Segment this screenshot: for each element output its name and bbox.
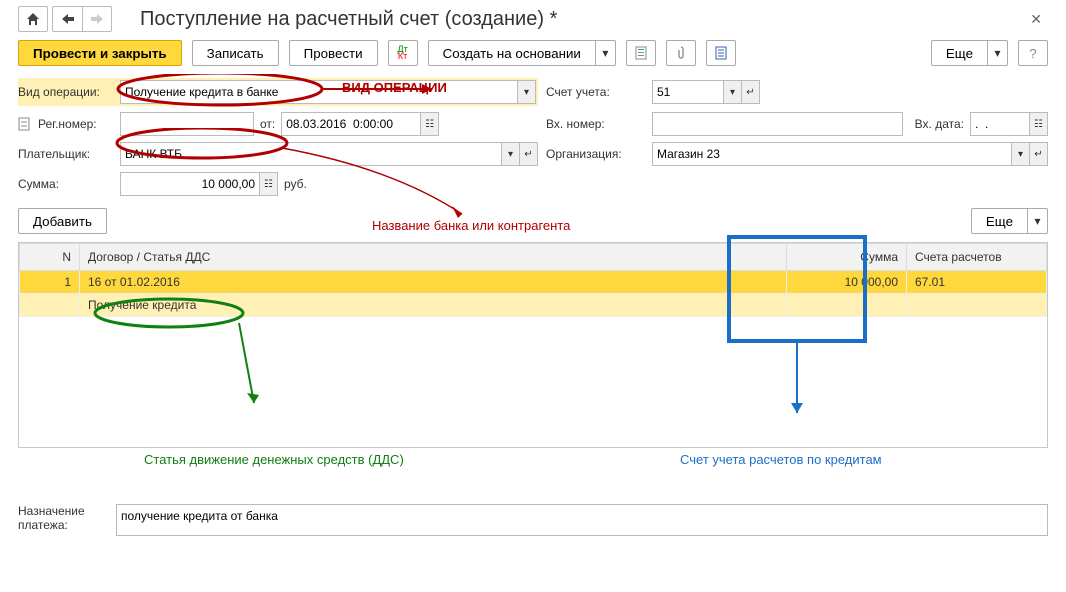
close-icon[interactable]: ✕ — [1024, 11, 1048, 28]
operation-type-input[interactable] — [120, 80, 518, 104]
dropdown-icon[interactable]: ▾ — [502, 142, 520, 166]
reg-number-label: Рег.номер: — [38, 117, 114, 131]
more-button[interactable]: Еще ▾ — [931, 40, 1008, 66]
dropdown-icon[interactable]: ▾ — [724, 80, 742, 104]
annotation-dds: Статья движение денежных средств (ДДС) — [144, 452, 404, 467]
document-icon — [18, 117, 32, 131]
account-label: Счет учета: — [546, 85, 646, 99]
calculator-icon[interactable]: ☷ — [260, 172, 278, 196]
home-button[interactable] — [18, 6, 48, 32]
open-icon[interactable]: ↵ — [742, 80, 760, 104]
col-accounts-header[interactable]: Счета расчетов — [907, 244, 1047, 271]
reg-number-input[interactable] — [120, 112, 254, 136]
payer-input[interactable] — [120, 142, 502, 166]
from-label: от: — [260, 117, 275, 131]
annotation-bank-name: Название банка или контрагента — [372, 218, 570, 233]
caret-down-icon[interactable]: ▾ — [988, 40, 1008, 66]
caret-down-icon[interactable]: ▾ — [596, 40, 616, 66]
open-icon[interactable]: ↵ — [1030, 142, 1048, 166]
annotation-operation-type: ВИД ОПЕРАЦИИ — [342, 80, 447, 95]
col-n-header[interactable]: N — [20, 244, 80, 271]
org-label: Организация: — [546, 147, 646, 161]
inc-number-input[interactable] — [652, 112, 903, 136]
table-more-button[interactable]: Еще ▾ — [971, 208, 1048, 234]
table-row[interactable]: 1 16 от 01.02.2016 10 000,00 67.01 — [20, 271, 1047, 294]
calendar-icon[interactable]: ☷ — [1030, 112, 1048, 136]
col-contract-header[interactable]: Договор / Статья ДДС — [80, 244, 787, 271]
help-icon[interactable]: ? — [1018, 40, 1048, 66]
purpose-label: Назначение платежа: — [18, 504, 108, 532]
inc-date-input[interactable] — [970, 112, 1030, 136]
items-table: N Договор / Статья ДДС Сумма Счета расче… — [19, 243, 1047, 447]
post-and-close-button[interactable]: Провести и закрыть — [18, 40, 182, 66]
page-title: Поступление на расчетный счет (создание)… — [140, 8, 1020, 31]
table-subrow[interactable]: Получение кредита — [20, 294, 1047, 317]
col-sum-header[interactable]: Сумма — [787, 244, 907, 271]
calendar-icon[interactable]: ☷ — [421, 112, 439, 136]
sum-label: Сумма: — [18, 177, 114, 191]
dropdown-icon[interactable]: ▾ — [1012, 142, 1030, 166]
create-based-button[interactable]: Создать на основании ▾ — [428, 40, 616, 66]
back-button[interactable] — [52, 6, 82, 32]
write-button[interactable]: Записать — [192, 40, 279, 66]
purpose-input[interactable] — [116, 504, 1048, 536]
report-icon[interactable] — [626, 40, 656, 66]
account-input[interactable] — [652, 80, 724, 104]
annotation-credit-account: Счет учета расчетов по кредитам — [680, 452, 882, 467]
dropdown-icon[interactable]: ▾ — [518, 80, 536, 104]
forward-button[interactable] — [82, 6, 112, 32]
org-input[interactable] — [652, 142, 1012, 166]
date-input[interactable] — [281, 112, 421, 136]
caret-down-icon[interactable]: ▾ — [1028, 208, 1048, 234]
attachment-icon[interactable] — [666, 40, 696, 66]
list-icon[interactable] — [706, 40, 736, 66]
currency-label: руб. — [284, 177, 307, 191]
post-button[interactable]: Провести — [289, 40, 378, 66]
add-button[interactable]: Добавить — [18, 208, 107, 234]
operation-type-label: Вид операции: — [18, 85, 114, 99]
open-icon[interactable]: ↵ — [520, 142, 538, 166]
inc-number-label: Вх. номер: — [546, 117, 646, 131]
dtkt-button[interactable]: ДтКт — [388, 40, 418, 66]
payer-label: Плательщик: — [18, 147, 114, 161]
sum-input[interactable] — [120, 172, 260, 196]
inc-date-label: Вх. дата: — [915, 117, 964, 131]
